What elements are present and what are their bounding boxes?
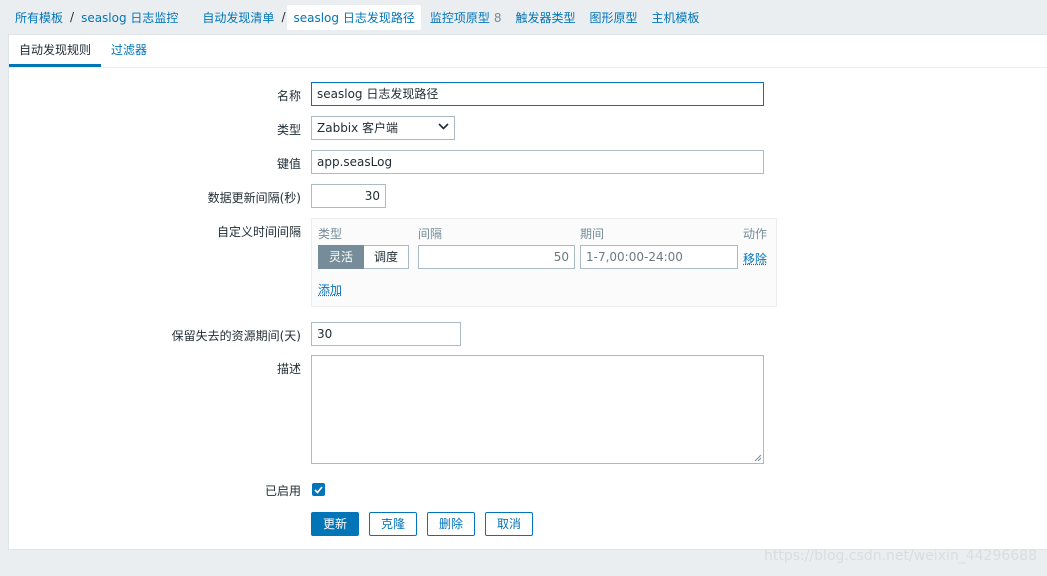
- custom-header-interval: 间隔: [418, 227, 443, 241]
- add-interval-link[interactable]: 添加: [318, 281, 342, 298]
- type-select[interactable]: Zabbix 客户端: [311, 116, 455, 140]
- custom-header-type: 类型: [318, 227, 343, 241]
- breadcrumb-discovery-list[interactable]: 自动发现清单: [195, 9, 281, 26]
- lifetime-input[interactable]: 30: [311, 322, 461, 346]
- interval-input[interactable]: 30: [311, 184, 386, 208]
- interval-type-toggle: 灵活 调度: [318, 245, 410, 269]
- breadcrumb-all-templates[interactable]: 所有模板: [8, 9, 70, 26]
- clone-button[interactable]: 克隆: [369, 512, 417, 536]
- custom-intervals-label: 自定义时间间隔: [216, 225, 301, 239]
- breadcrumb-item-prototypes[interactable]: 监控项原型 8: [423, 9, 509, 26]
- custom-header-period: 期间: [580, 227, 605, 241]
- type-select-value: Zabbix 客户端: [317, 121, 399, 135]
- breadcrumb-item-prototypes-label: 监控项原型: [429, 10, 490, 25]
- name-input[interactable]: seaslog 日志发现路径: [311, 82, 764, 106]
- description-label: 描述: [276, 362, 301, 376]
- custom-intervals-box: 类型 间隔 期间 动作 灵活 调度 50 1-7,00:00-24:00 移除 …: [311, 218, 777, 307]
- breadcrumb-current[interactable]: seaslog 日志发现路径: [287, 4, 421, 30]
- breadcrumb-separator: /: [281, 10, 286, 24]
- breadcrumb-template[interactable]: seaslog 日志监控: [74, 9, 185, 26]
- breadcrumb-host-templates[interactable]: 主机模板: [645, 9, 707, 26]
- lifetime-label: 保留失去的资源期间(天): [171, 329, 301, 343]
- flexible-toggle-button[interactable]: 灵活: [318, 245, 365, 269]
- delete-button[interactable]: 删除: [427, 512, 475, 536]
- update-button[interactable]: 更新: [311, 512, 359, 536]
- custom-period-input[interactable]: 1-7,00:00-24:00: [580, 245, 738, 269]
- watermark: https://blog.csdn.net/weixin_44296688: [763, 548, 1037, 564]
- scheduling-toggle-button[interactable]: 调度: [364, 245, 410, 269]
- discovery-rule-panel: 自动发现规则 过滤器 名称 seaslog 日志发现路径 类型 Zabbix 客…: [8, 34, 1047, 550]
- enabled-checkbox[interactable]: [312, 483, 325, 496]
- breadcrumb-graph-prototypes[interactable]: 图形原型: [583, 9, 645, 26]
- custom-header-action: 动作: [743, 227, 768, 241]
- custom-interval-input[interactable]: 50: [418, 245, 575, 269]
- remove-interval-link[interactable]: 移除: [743, 250, 767, 267]
- type-label: 类型: [276, 123, 301, 137]
- enabled-label: 已启用: [264, 484, 301, 498]
- interval-label: 数据更新间隔(秒): [207, 191, 301, 205]
- tab-filters[interactable]: 过滤器: [101, 35, 157, 67]
- description-textarea[interactable]: [311, 355, 764, 464]
- resize-handle-icon[interactable]: [754, 454, 762, 462]
- breadcrumb: 所有模板 / seaslog 日志监控 自动发现清单 / seaslog 日志发…: [0, 0, 1047, 34]
- breadcrumb-trigger-types[interactable]: 触发器类型: [509, 9, 583, 26]
- key-label: 键值: [276, 157, 301, 171]
- cancel-button[interactable]: 取消: [485, 512, 533, 536]
- key-input[interactable]: app.seasLog: [311, 150, 764, 174]
- item-prototypes-count: 8: [493, 10, 502, 25]
- chevron-down-icon: [438, 117, 449, 139]
- tab-discovery-rule[interactable]: 自动发现规则: [9, 35, 102, 67]
- tab-bar: 自动发现规则 过滤器: [9, 35, 1047, 68]
- name-label: 名称: [276, 89, 301, 103]
- checkmark-icon: [314, 485, 323, 494]
